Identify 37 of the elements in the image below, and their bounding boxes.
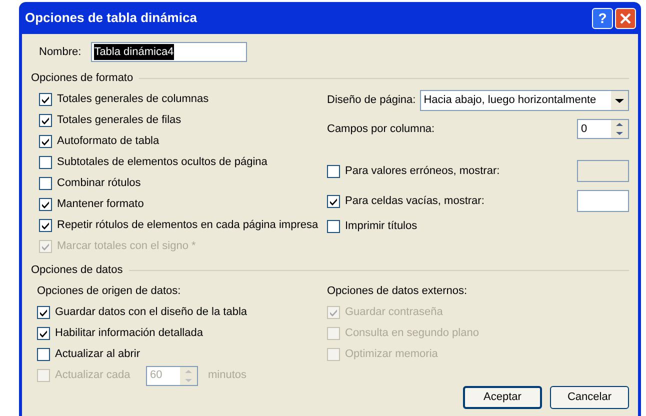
field-value: Tabla dinámica4 bbox=[94, 44, 174, 60]
fields-per-column-label: Campos por columna: bbox=[327, 122, 435, 137]
checkbox-label: Combinar rótulos bbox=[57, 176, 141, 192]
checkbox-label: Optimizar memoria bbox=[345, 347, 438, 362]
checkbox-label: Totales generales de filas bbox=[57, 113, 182, 128]
checkbox-label: Mantener formato bbox=[57, 197, 144, 212]
checkbox-label: Autoformato de tabla bbox=[57, 134, 160, 150]
name-field[interactable]: Tabla dinámica4 bbox=[91, 42, 248, 62]
checkbox-label: Actualizar al abrir bbox=[55, 347, 140, 362]
section-title: Opciones de datos bbox=[31, 262, 123, 278]
checkbox-label: Actualizar cada bbox=[55, 368, 130, 384]
dialog-button[interactable]: Cancelar bbox=[550, 386, 629, 409]
checkbox-label: Para valores erróneos, mostrar: bbox=[345, 164, 500, 179]
window-title: Opciones de tabla dinámica bbox=[25, 9, 198, 28]
checkbox-label: Habilitar información detallada bbox=[55, 326, 203, 342]
dialog-button[interactable]: Aceptar bbox=[463, 386, 542, 409]
field-value: 0 bbox=[580, 122, 588, 137]
group-heading: Opciones de origen de datos: bbox=[37, 284, 182, 300]
section-title: Opciones de formato bbox=[31, 70, 134, 86]
checkbox-label: Para celdas vacías, mostrar: bbox=[345, 194, 484, 209]
fields-per-column-spinner[interactable]: 0 bbox=[577, 119, 629, 139]
checkbox-label: Guardar datos con el diseño de la tabla bbox=[55, 305, 248, 320]
dropdown-value: Hacia abajo, luego horizontalmente bbox=[422, 92, 598, 108]
group-heading: Opciones de datos externos: bbox=[327, 284, 468, 300]
unit-label: minutos bbox=[208, 368, 247, 384]
checkbox-label: Repetir rótulos de elementos en cada página impresa bbox=[57, 218, 318, 234]
field-value: 60 bbox=[149, 368, 164, 384]
page-layout-label: Diseño de página: bbox=[327, 92, 416, 108]
checkbox-label: Totales generales de columnas bbox=[57, 92, 209, 108]
checkbox-label: Guardar contraseña bbox=[345, 305, 443, 320]
help-button[interactable]: ? bbox=[592, 8, 613, 28]
name-label: Nombre: bbox=[39, 44, 82, 60]
checkbox-label: Subtotales de elementos ocultos de página bbox=[57, 155, 268, 170]
page-layout-dropdown[interactable]: Hacia abajo, luego horizontalmente bbox=[420, 90, 629, 110]
checkbox-label: Imprimir títulos bbox=[345, 219, 418, 234]
checkbox-label: Marcar totales con el signo * bbox=[57, 239, 196, 254]
checkbox-label: Consulta en segundo plano bbox=[345, 326, 479, 342]
